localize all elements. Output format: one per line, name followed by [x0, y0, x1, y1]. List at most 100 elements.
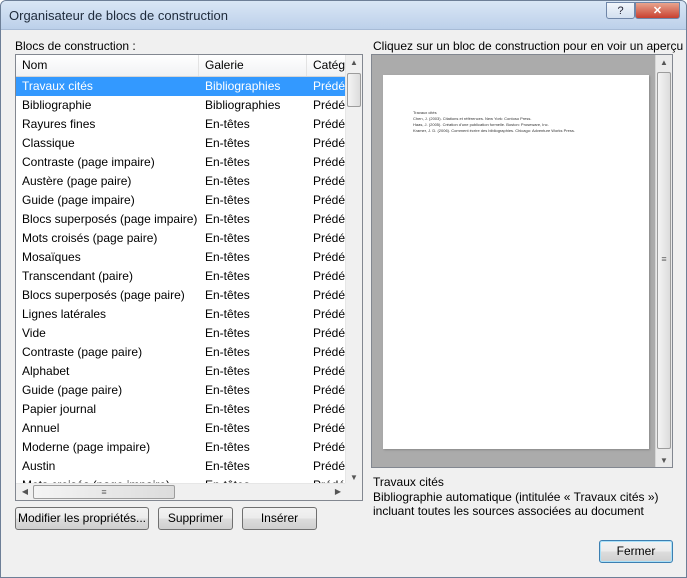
row-gallery-cell: En-têtes	[205, 364, 250, 378]
column-header-category[interactable]: Catégorie	[307, 55, 347, 76]
row-category-cell: Prédéfini	[313, 269, 347, 283]
insert-button[interactable]: Insérer	[242, 507, 317, 530]
table-row[interactable]: Lignes latérales En-têtes Prédéfini	[16, 305, 347, 324]
row-gallery-cell: Bibliographies	[205, 79, 281, 93]
table-row[interactable]: Rayures fines En-têtes Prédéfini	[16, 115, 347, 134]
preview-line: Haas, J. (2005). Création d'une publicat…	[413, 122, 549, 127]
close-window-button[interactable]: ✕	[635, 2, 680, 19]
row-name-cell: Austin	[22, 459, 56, 473]
row-gallery-cell: En-têtes	[205, 155, 250, 169]
table-row[interactable]: Travaux cités Bibliographies Prédéfini	[16, 77, 347, 96]
horizontal-scroll-thumb[interactable]: ≡	[33, 485, 175, 499]
title-bar[interactable]: Organisateur de blocs de construction ? …	[1, 1, 686, 30]
row-gallery-cell: En-têtes	[205, 269, 250, 283]
scroll-right-icon[interactable]: ▶	[330, 487, 346, 496]
row-category-cell: Prédéfini	[313, 117, 347, 131]
table-row[interactable]: Moderne (page impaire) En-têtes Prédéfini	[16, 438, 347, 457]
row-name-cell: Moderne (page impaire)	[22, 440, 151, 454]
row-category-cell: Prédéfini	[313, 402, 347, 416]
row-name-cell: Travaux cités	[22, 79, 93, 93]
row-gallery-cell: En-têtes	[205, 326, 250, 340]
row-name-cell: Bibliographie	[22, 98, 92, 112]
preview-scroll-down-icon[interactable]: ▼	[656, 456, 672, 465]
scroll-down-icon[interactable]: ▼	[346, 473, 362, 482]
row-gallery-cell: En-têtes	[205, 117, 250, 131]
row-name-cell: Contraste (page paire)	[22, 345, 143, 359]
table-row[interactable]: Austère (page paire) En-têtes Prédéfini	[16, 172, 347, 191]
table-row[interactable]: Austin En-têtes Prédéfini	[16, 457, 347, 476]
row-name-cell: Lignes latérales	[22, 307, 107, 321]
row-name-cell: Annuel	[22, 421, 60, 435]
row-category-cell: Prédéfini	[313, 307, 347, 321]
table-row[interactable]: Contraste (page paire) En-têtes Prédéfini	[16, 343, 347, 362]
table-row[interactable]: Guide (page impaire) En-têtes Prédéfini	[16, 191, 347, 210]
list-horizontal-scrollbar[interactable]: ◀ ≡ ▶	[16, 483, 347, 500]
building-blocks-list[interactable]: Nom Galerie Catégorie Travaux cités Bibli…	[15, 54, 363, 501]
table-row[interactable]: Alphabet En-têtes Prédéfini	[16, 362, 347, 381]
table-row[interactable]: Transcendant (paire) En-têtes Prédéfini	[16, 267, 347, 286]
table-row[interactable]: Classique En-têtes Prédéfini	[16, 134, 347, 153]
preview-scroll-thumb[interactable]: ≡	[657, 72, 671, 449]
row-name-cell: Alphabet	[22, 364, 70, 378]
row-name-cell: Mosaïques	[22, 250, 81, 264]
row-gallery-cell: En-têtes	[205, 402, 250, 416]
preview-page: Travaux cités Chen, J. (2003). Citations…	[383, 75, 649, 449]
preview-vertical-scrollbar[interactable]: ▲ ≡ ▼	[655, 55, 672, 467]
row-category-cell: Prédéfini	[313, 288, 347, 302]
vertical-scroll-thumb[interactable]	[347, 73, 361, 107]
table-row[interactable]: Guide (page paire) En-têtes Prédéfini	[16, 381, 347, 400]
row-gallery-cell: En-têtes	[205, 250, 250, 264]
scroll-up-icon[interactable]: ▲	[346, 58, 362, 67]
table-row[interactable]: Bibliographie Bibliographies Prédéfini	[16, 96, 347, 115]
row-category-cell: Prédéfini	[313, 250, 347, 264]
dialog-client: Blocs de construction : Nom Galerie Caté…	[2, 30, 685, 577]
help-button[interactable]: ?	[606, 2, 635, 19]
row-name-cell: Rayures fines	[22, 117, 96, 131]
row-gallery-cell: En-têtes	[205, 421, 250, 435]
row-name-cell: Papier journal	[22, 402, 97, 416]
row-gallery-cell: En-têtes	[205, 459, 250, 473]
row-category-cell: Prédéfini	[313, 174, 347, 188]
selected-block-name: Travaux cités	[373, 475, 444, 489]
row-category-cell: Prédéfini	[313, 98, 347, 112]
row-name-cell: Blocs superposés (page paire)	[22, 288, 185, 302]
row-category-cell: Prédéfini	[313, 212, 347, 226]
row-category-cell: Prédéfini	[313, 231, 347, 245]
row-name-cell: Contraste (page impaire)	[22, 155, 155, 169]
delete-button[interactable]: Supprimer	[158, 507, 233, 530]
row-gallery-cell: En-têtes	[205, 383, 250, 397]
modify-properties-button[interactable]: Modifier les propriétés...	[15, 507, 149, 530]
scroll-corner	[345, 483, 362, 500]
row-category-cell: Prédéfini	[313, 79, 347, 93]
table-row[interactable]: Vide En-têtes Prédéfini	[16, 324, 347, 343]
table-row[interactable]: Blocs superposés (page paire) En-têtes Pré…	[16, 286, 347, 305]
preview-heading: Cliquez sur un bloc de construction pour…	[373, 39, 684, 53]
row-gallery-cell: En-têtes	[205, 440, 250, 454]
row-category-cell: Prédéfini	[313, 440, 347, 454]
row-name-cell: Classique	[22, 136, 75, 150]
table-row[interactable]: Mots croisés (page paire) En-têtes Prédéfi…	[16, 229, 347, 248]
close-button[interactable]: Fermer	[599, 540, 673, 563]
window-title: Organisateur de blocs de construction	[9, 8, 228, 23]
row-gallery-cell: En-têtes	[205, 174, 250, 188]
table-row[interactable]: Contraste (page impaire) En-têtes Prédéfin…	[16, 153, 347, 172]
dialog-window: Organisateur de blocs de construction ? …	[0, 0, 687, 578]
list-vertical-scrollbar[interactable]: ▲ ▼	[345, 55, 362, 484]
preview-scroll-up-icon[interactable]: ▲	[656, 58, 672, 67]
preview-line: Chen, J. (2003). Citations et références…	[413, 116, 532, 121]
row-category-cell: Prédéfini	[313, 345, 347, 359]
column-header-name[interactable]: Nom	[16, 55, 199, 76]
table-row[interactable]: Blocs superposés (page impaire) En-têtes P…	[16, 210, 347, 229]
table-row[interactable]: Papier journal En-têtes Prédéfini	[16, 400, 347, 419]
row-category-cell: Prédéfini	[313, 421, 347, 435]
row-name-cell: Blocs superposés (page impaire)	[22, 212, 198, 226]
scroll-left-icon[interactable]: ◀	[17, 487, 33, 496]
row-gallery-cell: En-têtes	[205, 288, 250, 302]
row-name-cell: Transcendant (paire)	[22, 269, 133, 283]
list-rows: Travaux citésBibliographiesPrédéfiniBibl…	[16, 77, 347, 484]
row-gallery-cell: En-têtes	[205, 193, 250, 207]
table-row[interactable]: Mosaïques En-têtes Prédéfini	[16, 248, 347, 267]
table-row[interactable]: Annuel En-têtes Prédéfini	[16, 419, 347, 438]
row-category-cell: Prédéfini	[313, 364, 347, 378]
column-header-gallery[interactable]: Galerie	[199, 55, 307, 76]
